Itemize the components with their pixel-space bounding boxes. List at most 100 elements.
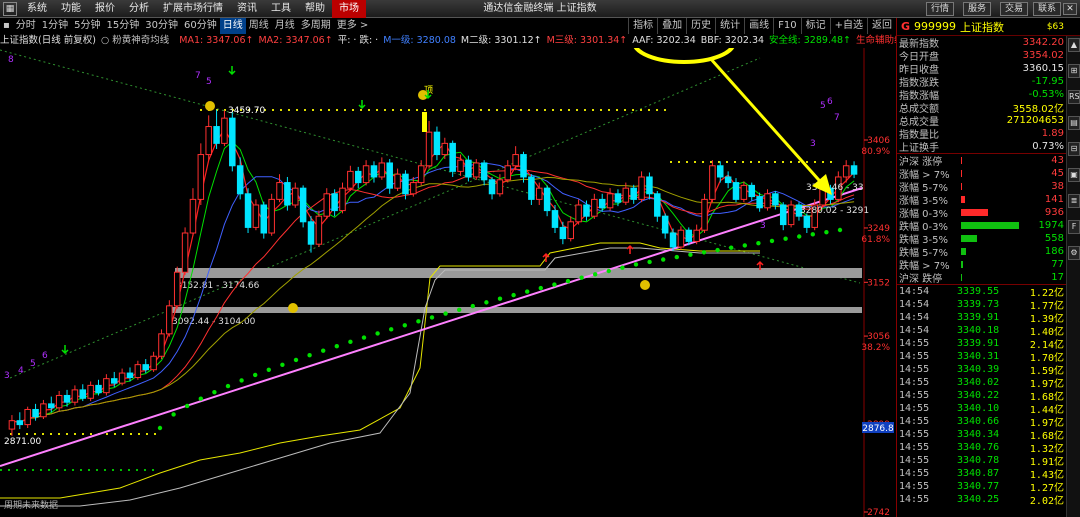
candle[interactable]	[252, 204, 260, 228]
candle[interactable]	[465, 159, 472, 178]
candle[interactable]	[402, 173, 409, 195]
candle[interactable]	[142, 364, 149, 371]
f-icon[interactable]: F	[1068, 220, 1080, 234]
candle[interactable]	[528, 176, 535, 200]
candle[interactable]	[551, 210, 559, 228]
period-tab-5[interactable]: 60分钟	[181, 18, 220, 34]
candle[interactable]	[229, 117, 236, 167]
candle[interactable]	[236, 165, 244, 195]
candle[interactable]	[410, 182, 417, 195]
candle[interactable]	[669, 232, 677, 248]
candle[interactable]	[284, 182, 291, 206]
candle[interactable]	[16, 420, 24, 426]
candle[interactable]	[724, 176, 732, 184]
tool-8[interactable]: 返回	[867, 18, 896, 34]
app-logo-icon[interactable]: ▦	[3, 1, 17, 16]
tool-5[interactable]: F10	[773, 18, 800, 34]
candle[interactable]	[103, 378, 110, 394]
candle[interactable]	[748, 184, 756, 198]
candle[interactable]	[842, 165, 850, 178]
candle[interactable]	[95, 384, 102, 394]
candle[interactable]	[622, 187, 630, 203]
candle[interactable]	[292, 187, 299, 206]
candle[interactable]	[677, 229, 685, 248]
candle[interactable]	[189, 198, 197, 234]
candle[interactable]	[299, 187, 307, 223]
menu-item-2[interactable]: 报价	[88, 0, 122, 18]
candle[interactable]	[32, 408, 39, 418]
candle[interactable]	[268, 198, 275, 234]
candle[interactable]	[71, 389, 79, 403]
candle[interactable]	[197, 154, 205, 200]
window-button-0[interactable]: ✕	[1063, 3, 1077, 15]
candle[interactable]	[787, 204, 795, 226]
market-flag[interactable]: G	[901, 20, 910, 33]
candle[interactable]	[24, 408, 31, 426]
candle[interactable]	[709, 165, 716, 200]
menu-item-5[interactable]: 资讯	[230, 0, 264, 18]
candle[interactable]	[315, 215, 323, 245]
candle[interactable]	[87, 384, 94, 399]
menu-item-4[interactable]: 扩展市场行情	[156, 0, 230, 18]
box-icon[interactable]: ▣	[1068, 168, 1080, 182]
candle[interactable]	[347, 170, 354, 189]
header-button-3[interactable]: 联系	[1033, 2, 1062, 16]
tool-6[interactable]: 标记	[800, 18, 830, 34]
candle[interactable]	[535, 187, 543, 200]
candle[interactable]	[362, 165, 370, 184]
period-tab-1[interactable]: 1分钟	[39, 18, 71, 34]
candle[interactable]	[370, 165, 378, 178]
candle[interactable]	[260, 204, 268, 234]
period-tab-8[interactable]: 月线	[272, 18, 298, 34]
candle[interactable]	[583, 204, 590, 217]
candle[interactable]	[40, 403, 47, 418]
candle[interactable]	[614, 193, 622, 203]
candle[interactable]	[685, 229, 693, 242]
candle[interactable]	[473, 162, 480, 178]
candle[interactable]	[425, 131, 433, 167]
menu-item-3[interactable]: 分析	[122, 0, 156, 18]
candle[interactable]	[118, 372, 126, 384]
candle[interactable]	[205, 126, 212, 156]
candle[interactable]	[772, 193, 779, 206]
tool-1[interactable]: 叠加	[657, 18, 686, 34]
menu-item-7[interactable]: 帮助	[298, 0, 332, 18]
candle[interactable]	[591, 198, 598, 217]
candle[interactable]	[630, 187, 637, 200]
list-icon[interactable]: ≣	[1068, 194, 1080, 208]
candle[interactable]	[79, 389, 87, 399]
candle[interactable]	[693, 229, 700, 242]
kline-chart[interactable]: 3152.81 - 3174.66 3092.44 - 3104.00 3459.7…	[0, 20, 896, 517]
menu-item-6[interactable]: 工具	[264, 0, 298, 18]
candle[interactable]	[598, 198, 606, 209]
period-menu-icon[interactable]: ▪	[0, 18, 13, 34]
candle[interactable]	[386, 162, 393, 189]
period-tab-0[interactable]: 分时	[13, 18, 39, 34]
candle[interactable]	[63, 394, 71, 403]
candle[interactable]	[740, 184, 748, 200]
candle[interactable]	[543, 187, 551, 212]
period-tab-6[interactable]: 日线	[219, 18, 246, 34]
candle[interactable]	[55, 394, 63, 409]
candle[interactable]	[701, 198, 708, 231]
candle[interactable]	[654, 193, 661, 217]
candle[interactable]	[433, 131, 441, 156]
header-button-0[interactable]: 行情	[926, 2, 955, 16]
menu-item-0[interactable]: 系统	[20, 0, 54, 18]
tool-7[interactable]: +自选	[829, 18, 867, 34]
candle[interactable]	[732, 182, 740, 200]
candle[interactable]	[756, 196, 763, 209]
up-arrow-icon[interactable]: ▲	[1068, 38, 1080, 52]
tool-4[interactable]: 画线	[744, 18, 773, 34]
candle[interactable]	[520, 154, 527, 178]
formula-selector[interactable]: ○ 粉黄神奇均线	[101, 34, 174, 48]
candle[interactable]	[449, 142, 456, 172]
candle[interactable]	[173, 271, 181, 307]
tool-0[interactable]: 指标	[628, 18, 657, 34]
pin-icon[interactable]: ⊞	[1068, 64, 1080, 78]
candle[interactable]	[457, 159, 464, 172]
candle[interactable]	[307, 221, 315, 245]
period-tab-4[interactable]: 30分钟	[142, 18, 181, 34]
candle[interactable]	[323, 193, 331, 217]
candle[interactable]	[213, 126, 220, 144]
